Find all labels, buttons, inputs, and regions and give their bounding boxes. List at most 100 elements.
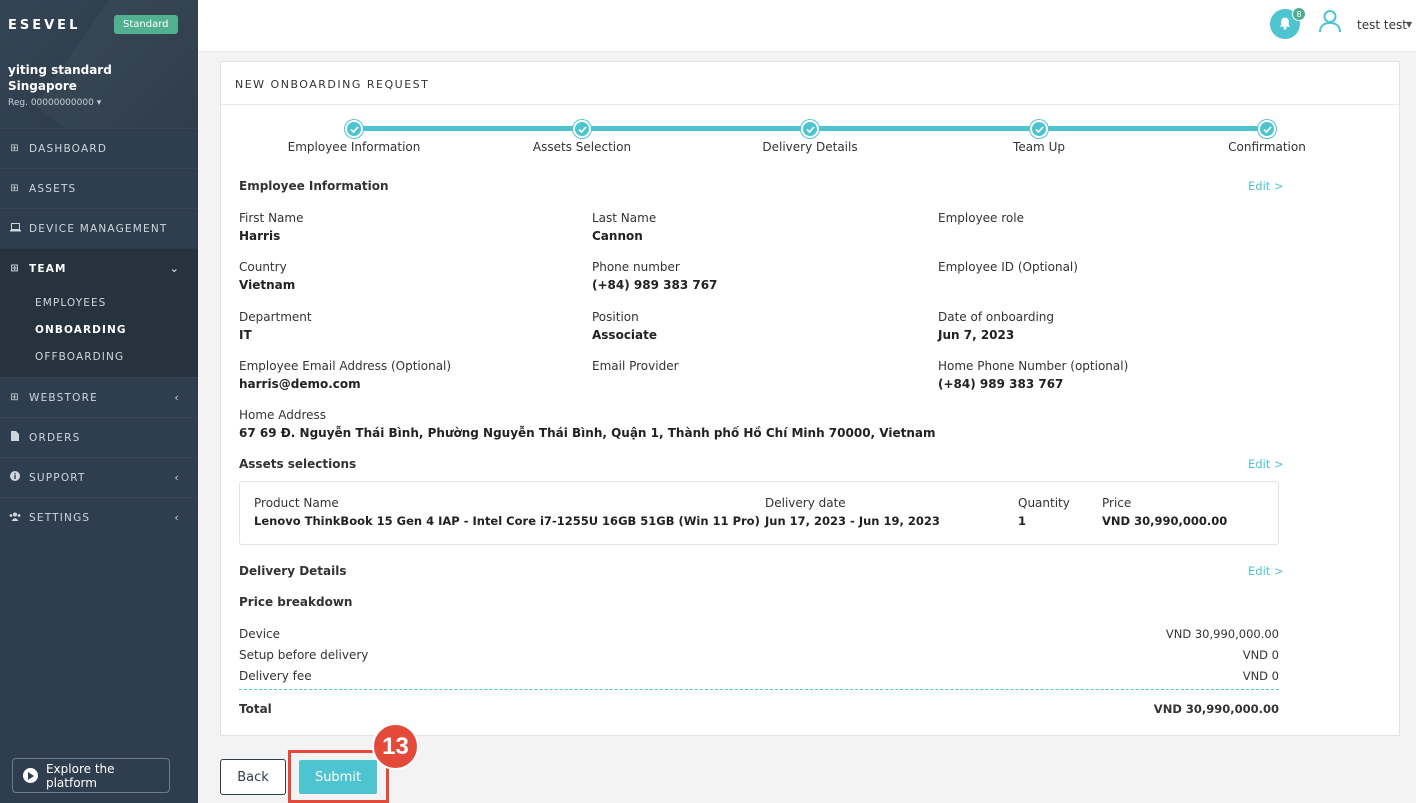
price-value: VND 30,990,000.00 [1165,627,1279,641]
company-name: yiting standard Singapore [8,62,112,94]
user-menu[interactable]: test test [1357,18,1407,32]
check-icon [1258,120,1276,138]
chevron-left-icon: ‹ [174,391,180,404]
chevron-left-icon: ‹ [174,471,180,484]
field-value: Associate [592,328,658,342]
field-last-name: Last Name Cannon [592,211,656,243]
logo: ESEVEL [8,18,81,33]
column-label: Product Name [254,496,339,510]
reg-dropdown[interactable]: Reg. 00000000000 ▾ [8,98,101,108]
field-value: Vietnam [239,278,296,292]
price-row-device: Device VND 30,990,000.00 [239,627,1279,641]
info-icon [9,471,21,484]
sidebar-item-label: ORDERS [29,431,81,444]
asset-delivery-date: Delivery date Jun 17, 2023 - Jun 19, 202… [765,496,940,528]
price-row-setup: Setup before delivery VND 0 [239,648,1279,662]
step-assets-selection: Assets Selection [492,120,672,154]
field-value: 67 69 Đ. Nguyễn Thái Bình, Phường Nguyễn… [239,426,936,440]
top-bar: 8 test test ▼ [198,0,1416,52]
field-value [938,229,1024,243]
field-label: Last Name [592,211,657,225]
document-icon [9,431,21,444]
progress-stepper: Employee Information Assets Selection De… [221,62,1401,162]
field-value: Cannon [592,229,643,243]
price-label: Delivery fee [239,669,312,683]
field-label: First Name [239,211,304,225]
field-label: Email Provider [592,359,679,373]
sidebar-item-onboarding[interactable]: ONBOARDING [0,317,198,344]
price-value: VND 0 [1242,648,1279,662]
total-value: VND 30,990,000.00 [1153,702,1279,716]
field-home-phone: Home Phone Number (optional) (+84) 989 3… [938,359,1128,391]
sidebar-item-label: DASHBOARD [29,142,108,155]
user-avatar-icon[interactable] [1318,9,1342,37]
field-label: Employee ID (Optional) [938,260,1078,274]
field-employee-role: Employee role [938,211,1024,243]
sidebar-item-label: DEVICE MANAGEMENT [29,222,168,235]
back-button[interactable]: Back [220,759,286,795]
field-value: Jun 7, 2023 [938,328,1015,342]
asset-row: Product Name Lenovo ThinkBook 15 Gen 4 I… [239,481,1279,545]
column-value: VND 30,990,000.00 [1102,514,1228,528]
onboarding-card: NEW ONBOARDING REQUEST Employee Informat… [220,61,1400,736]
sidebar-item-device-management[interactable]: DEVICE MANAGEMENT [0,208,198,248]
field-first-name: First Name Harris [239,211,303,243]
sidebar-item-employees[interactable]: EMPLOYEES [0,290,198,317]
column-label: Delivery date [765,496,846,510]
plan-badge: Standard [114,15,178,34]
sidebar-item-label: TEAM [29,262,67,275]
sidebar-item-dashboard[interactable]: ⊞ DASHBOARD [0,128,198,168]
sidebar-item-label: SETTINGS [29,511,91,524]
company-header: ESEVEL Standard yiting standard Singapor… [0,0,198,128]
check-icon [345,120,363,138]
field-email-provider: Email Provider [592,359,679,391]
edit-assets-link[interactable]: Edit > [1248,457,1284,471]
step-number-marker: 13 [372,723,419,770]
asset-product: Product Name Lenovo ThinkBook 15 Gen 4 I… [254,496,760,528]
sidebar-item-team[interactable]: ⊞ TEAM ⌄ [0,248,198,288]
company-location: Singapore [8,79,77,93]
field-label: Position [592,310,639,324]
explore-platform-button[interactable]: Explore the platform [12,758,170,793]
price-breakdown-title: Price breakdown [239,595,353,609]
edit-delivery-link[interactable]: Edit > [1248,564,1284,578]
section-employee-information: Employee Information [239,179,389,193]
reg-text: Reg. 00000000000 [8,98,94,108]
bell-icon [1279,15,1291,34]
sidebar-item-assets[interactable]: ⊞ ASSETS [0,168,198,208]
field-value: (+84) 989 383 767 [592,278,718,292]
check-icon [573,120,591,138]
field-value [592,377,679,391]
chevron-down-icon: ⌄ [169,262,180,275]
sidebar-item-settings[interactable]: SETTINGS ‹ [0,497,198,537]
users-icon [9,512,21,524]
field-label: Home Phone Number (optional) [938,359,1129,373]
check-icon [801,120,819,138]
column-label: Quantity [1018,496,1070,510]
column-value: Lenovo ThinkBook 15 Gen 4 IAP - Intel Co… [254,514,760,528]
sidebar-nav: ⊞ DASHBOARD ⊞ ASSETS DEVICE MANAGEMENT ⊞… [0,128,198,537]
step-label: Delivery Details [762,140,858,154]
column-value: 1 [1018,514,1027,528]
sidebar-item-orders[interactable]: ORDERS [0,417,198,457]
sidebar-item-offboarding[interactable]: OFFBOARDING [0,344,198,371]
submit-button[interactable]: Submit [299,760,377,794]
step-label: Assets Selection [532,140,632,154]
grid-icon: ⊞ [10,183,20,194]
notification-count-badge: 8 [1292,7,1306,21]
price-label: Setup before delivery [239,648,369,662]
step-label: Confirmation [1228,140,1306,154]
field-department: Department IT [239,310,312,342]
field-label: Employee role [938,211,1024,225]
step-confirmation: Confirmation [1177,120,1357,154]
field-onboarding-date: Date of onboarding Jun 7, 2023 [938,310,1054,342]
edit-employee-link[interactable]: Edit > [1248,179,1284,193]
sidebar-item-support[interactable]: SUPPORT ‹ [0,457,198,497]
field-label: Department [239,310,312,324]
sidebar-item-webstore[interactable]: ⊞ WEBSTORE ‹ [0,377,198,417]
field-value: (+84) 989 383 767 [938,377,1064,391]
field-label: Employee Email Address (Optional) [239,359,452,373]
field-home-address: Home Address 67 69 Đ. Nguyễn Thái Bình, … [239,408,936,440]
grid-icon: ⊞ [10,392,20,403]
field-country: Country Vietnam [239,260,295,292]
